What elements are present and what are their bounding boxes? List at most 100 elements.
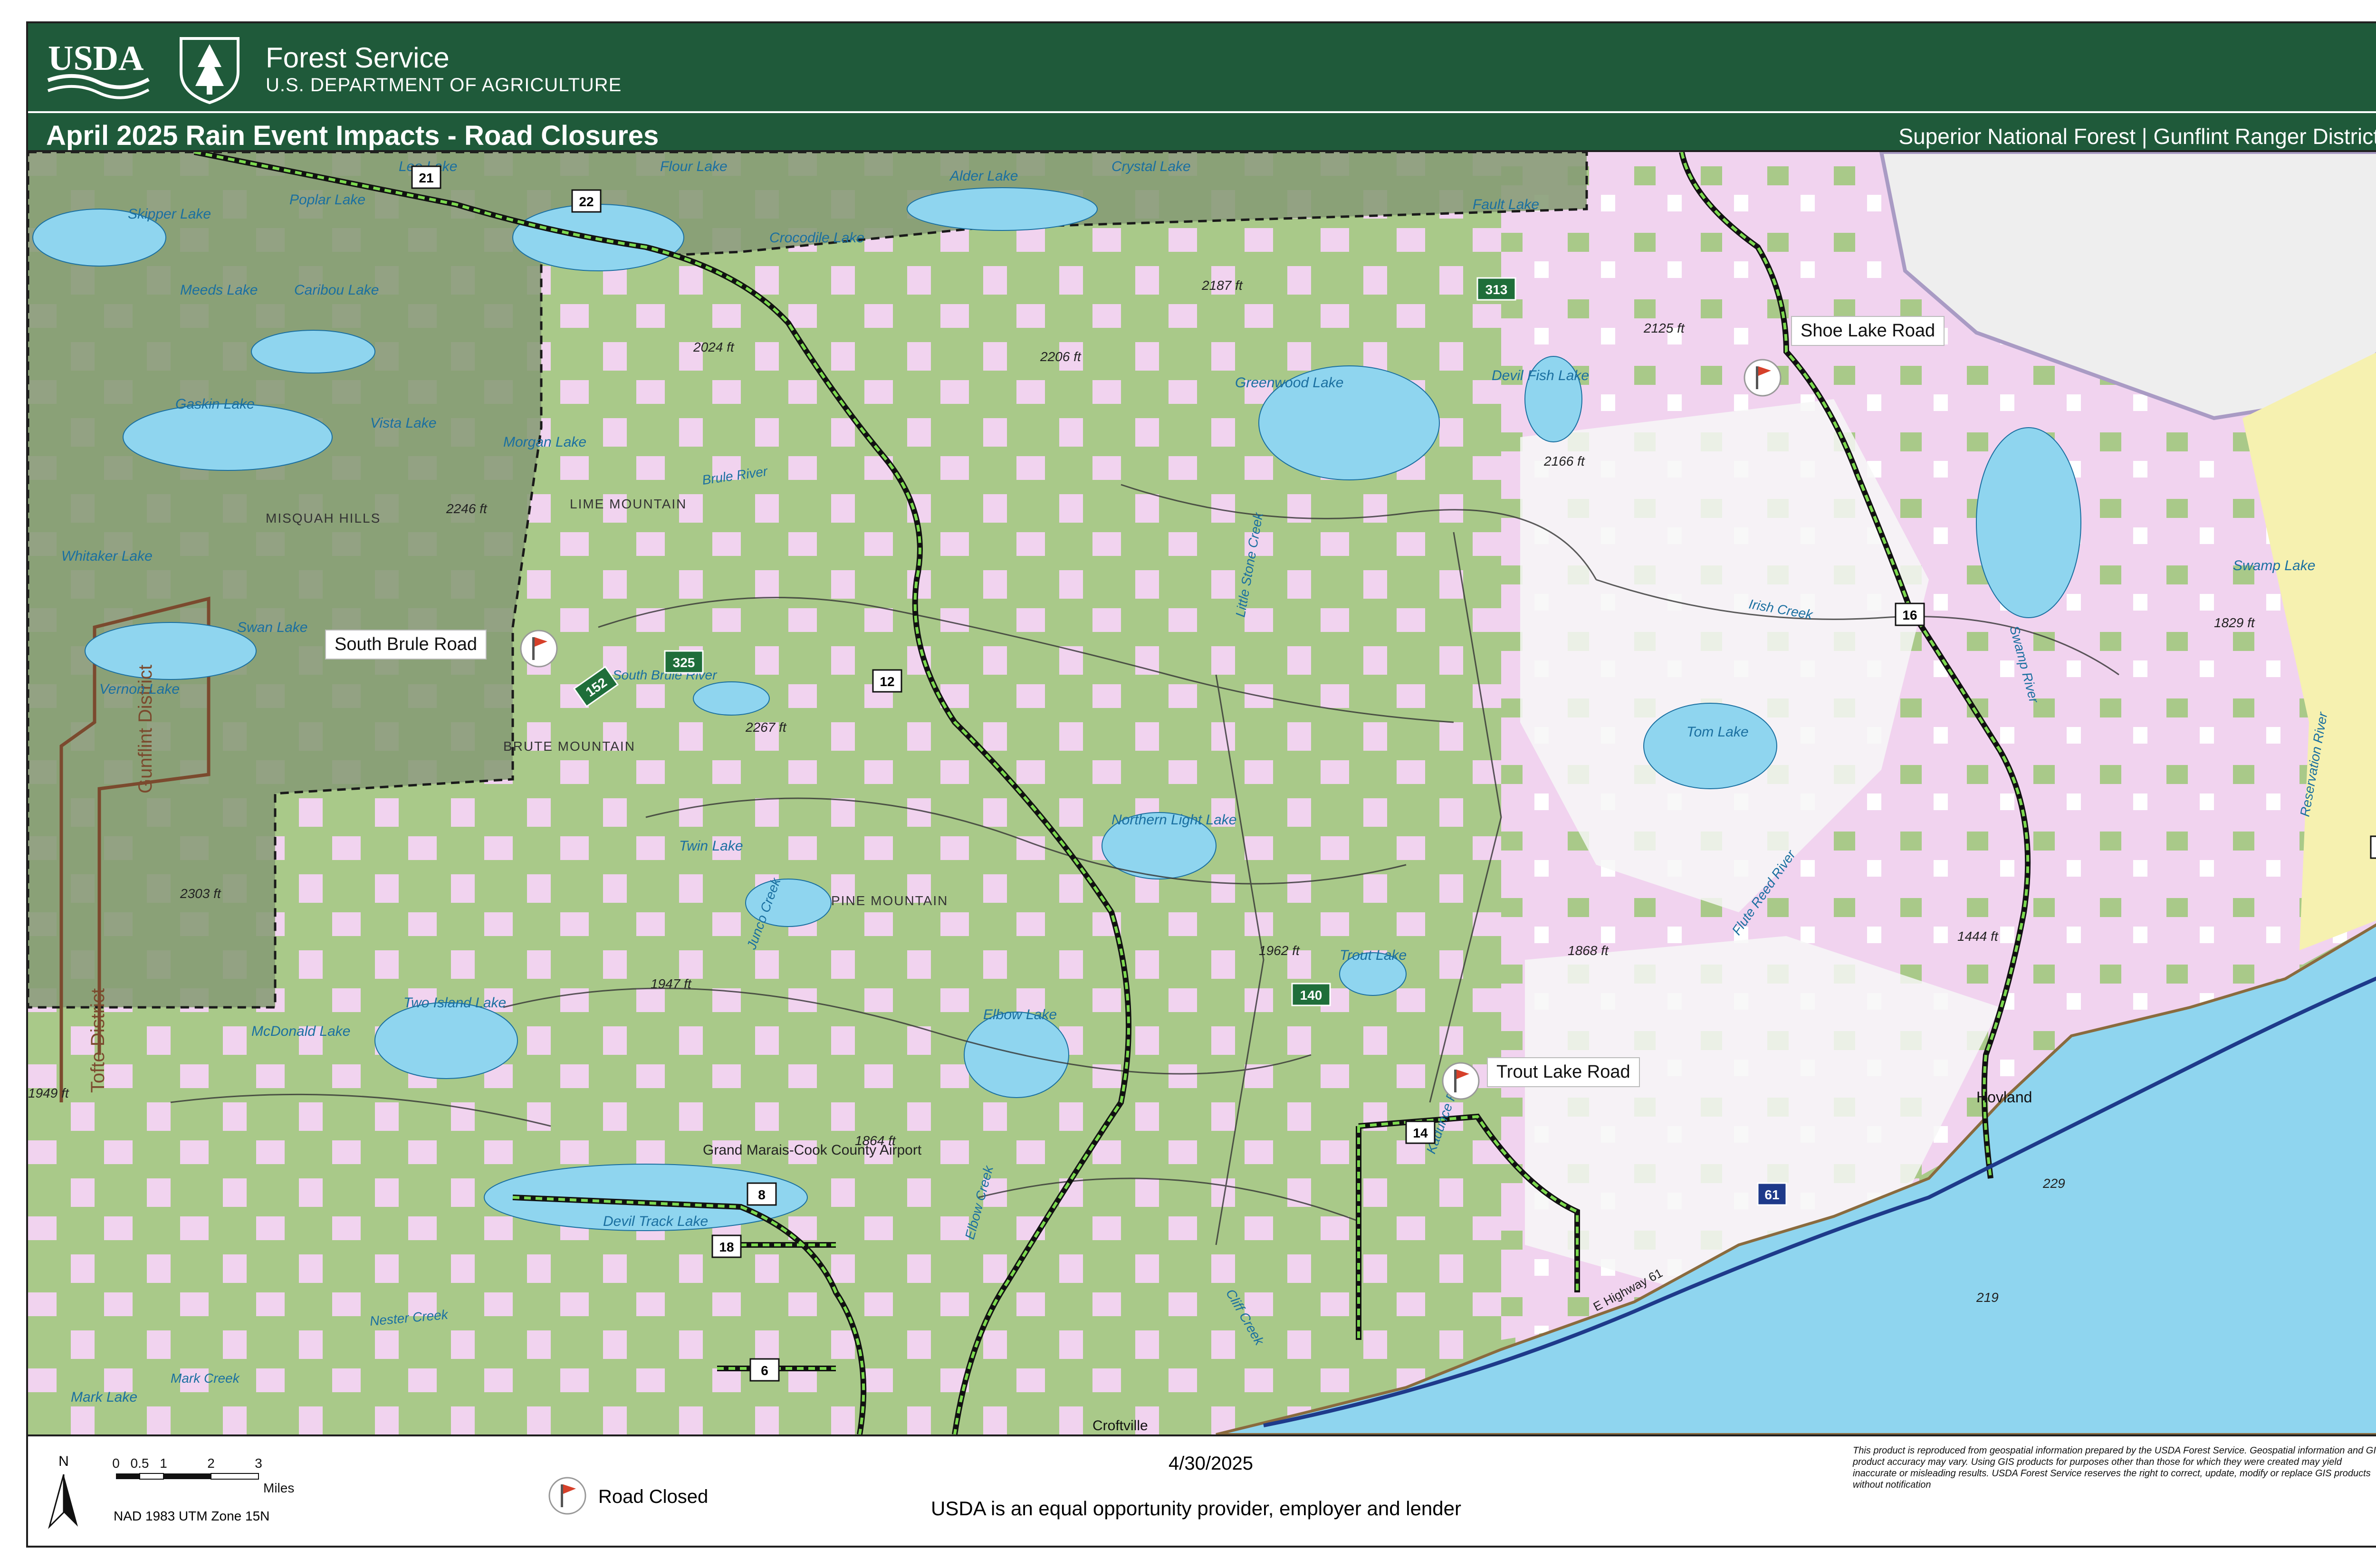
place-label: PINE MOUNTAIN	[831, 893, 948, 908]
svg-text:14: 14	[1413, 1126, 1428, 1140]
scale-tick-label: 1	[160, 1456, 167, 1471]
lake-label: Devil Track Lake	[603, 1214, 708, 1229]
route-shield: 22	[571, 189, 602, 213]
scale-bar: 0 0.5 1 2 3 Miles	[112, 1456, 294, 1495]
lake-label: Morgan Lake	[503, 434, 586, 450]
lake-label: Poplar Lake	[289, 192, 365, 208]
svg-text:1868 ft: 1868 ft	[1568, 943, 1609, 958]
svg-text:229: 229	[2042, 1176, 2065, 1191]
place-label: MISQUAH HILLS	[266, 511, 381, 526]
lake-label: Mark Lake	[71, 1389, 137, 1405]
lake-label: Meeds Lake	[180, 282, 258, 298]
north-label: N	[58, 1453, 69, 1469]
place-label: BRUTE MOUNTAIN	[503, 739, 635, 754]
route-shield: 14	[1405, 1120, 1436, 1144]
lake-label: Swamp Lake	[2233, 558, 2315, 574]
usda-logo-text: USDA	[48, 39, 144, 78]
road-closed-flag-icon[interactable]	[1744, 359, 1782, 397]
svg-text:1829 ft: 1829 ft	[2214, 615, 2255, 630]
agency-name: Forest Service	[266, 42, 450, 74]
projection-label: NAD 1983 UTM Zone 15N	[114, 1509, 270, 1523]
svg-text:2303 ft: 2303 ft	[180, 886, 221, 901]
svg-text:18: 18	[719, 1240, 734, 1254]
town-label: Croftville	[1092, 1418, 1148, 1434]
disclaimer-text: This product is reproduced from geospati…	[1853, 1445, 2376, 1490]
lake-label: Trout Lake	[1340, 947, 1407, 963]
svg-text:2206 ft: 2206 ft	[1040, 349, 1082, 364]
route-shield: 12	[872, 669, 902, 693]
map-title: April 2025 Rain Event Impacts - Road Clo…	[46, 120, 659, 151]
route-shield: 16	[1895, 602, 1925, 626]
north-arrow-icon: N	[48, 1453, 78, 1530]
route-marker: 61	[1757, 1182, 1787, 1206]
legend-label: Road Closed	[598, 1486, 709, 1507]
lake-label: Vernon Lake	[99, 681, 180, 697]
svg-text:22: 22	[579, 194, 594, 209]
route-marker: 313	[1476, 277, 1516, 301]
title-bar: April 2025 Rain Event Impacts - Road Clo…	[28, 111, 2376, 151]
svg-text:219: 219	[1976, 1290, 1999, 1305]
place-label: LIME MOUNTAIN	[570, 497, 687, 511]
lake-label: McDonald Lake	[251, 1023, 350, 1039]
svg-text:2246 ft: 2246 ft	[446, 501, 488, 516]
lake-label: Two Island Lake	[403, 995, 506, 1011]
lake-label: Crystal Lake	[1111, 159, 1191, 174]
lake-label: Alder Lake	[949, 168, 1018, 184]
lake-label: Crocodile Lake	[769, 230, 864, 246]
forest-service-shield-icon	[180, 37, 240, 105]
svg-text:61: 61	[1764, 1187, 1779, 1202]
scale-unit-label: Miles	[263, 1481, 294, 1495]
map-frame[interactable]: Gunflint District Tofte District Skipper…	[28, 150, 2376, 1436]
svg-text:1949 ft: 1949 ft	[28, 1086, 69, 1100]
town-label: Hovland	[1976, 1089, 2032, 1106]
svg-text:1962 ft: 1962 ft	[1259, 943, 1300, 958]
map-canvas[interactable]: Gunflint District Tofte District Skipper…	[28, 152, 2376, 1434]
svg-text:21: 21	[419, 171, 433, 185]
svg-text:325: 325	[673, 655, 695, 670]
road-closed-legend-icon	[548, 1477, 586, 1515]
lake-label: Twin Lake	[679, 838, 743, 854]
svg-text:16: 16	[1902, 608, 1917, 622]
lake-label: Fault Lake	[1473, 197, 1539, 212]
lake-label: Gaskin Lake	[175, 396, 255, 412]
lake-label: Caribou Lake	[294, 282, 379, 298]
svg-text:2187 ft: 2187 ft	[1201, 278, 1243, 293]
svg-text:2267 ft: 2267 ft	[745, 720, 787, 735]
lake-label: Northern Light Lake	[1111, 812, 1237, 828]
road-closed-flag-icon[interactable]	[520, 630, 558, 668]
route-shield: 6	[749, 1358, 780, 1382]
svg-text:140: 140	[1300, 988, 1322, 1003]
lake-label: Elbow Lake	[983, 1007, 1057, 1023]
lake-label: Skipper Lake	[128, 206, 211, 222]
svg-text:1947 ft: 1947 ft	[651, 976, 692, 991]
scale-tick-label: 3	[255, 1456, 262, 1471]
route-shield: 21	[411, 165, 441, 189]
svg-text:2166 ft: 2166 ft	[1543, 454, 1585, 468]
lake-label: Tom Lake	[1686, 724, 1749, 740]
map-sheet: USDA Forest Service U.S. DEPARTMENT OF A…	[26, 21, 2376, 1548]
svg-text:2125 ft: 2125 ft	[1643, 321, 1685, 335]
svg-text:1864 ft: 1864 ft	[855, 1133, 896, 1148]
department-name: U.S. DEPARTMENT OF AGRICULTURE	[266, 75, 622, 96]
route-marker: 140	[1291, 983, 1331, 1006]
road-closure-callout[interactable]: South Brule Road	[325, 630, 487, 660]
svg-text:1444 ft: 1444 ft	[1957, 929, 1999, 944]
svg-text:6: 6	[761, 1363, 768, 1378]
lake-label: Vista Lake	[370, 415, 437, 431]
lake-label: Swan Lake	[237, 620, 307, 635]
usda-logo: USDA	[47, 39, 150, 99]
lake-label: Whitaker Lake	[61, 548, 153, 564]
road-closure-callout[interactable]: Shoe Lake Road	[1791, 316, 1945, 346]
road-closed-flag-icon[interactable]	[1442, 1062, 1480, 1100]
route-shield: 18	[711, 1234, 742, 1258]
lake-label: Devil Fish Lake	[1492, 368, 1589, 383]
scale-tick-label: 2	[207, 1456, 215, 1471]
scale-tick-label: 0.5	[131, 1456, 149, 1471]
road-closure-callout[interactable]: Trout Lake Road	[1487, 1057, 1640, 1087]
lake-label: Greenwood Lake	[1235, 375, 1344, 391]
svg-text:313: 313	[1485, 282, 1508, 297]
tofte-district-label: Tofte District	[87, 988, 108, 1093]
svg-text:8: 8	[758, 1187, 766, 1202]
scale-tick-label: 0	[112, 1456, 120, 1471]
header-banner: USDA Forest Service U.S. DEPARTMENT OF A…	[28, 23, 2376, 111]
